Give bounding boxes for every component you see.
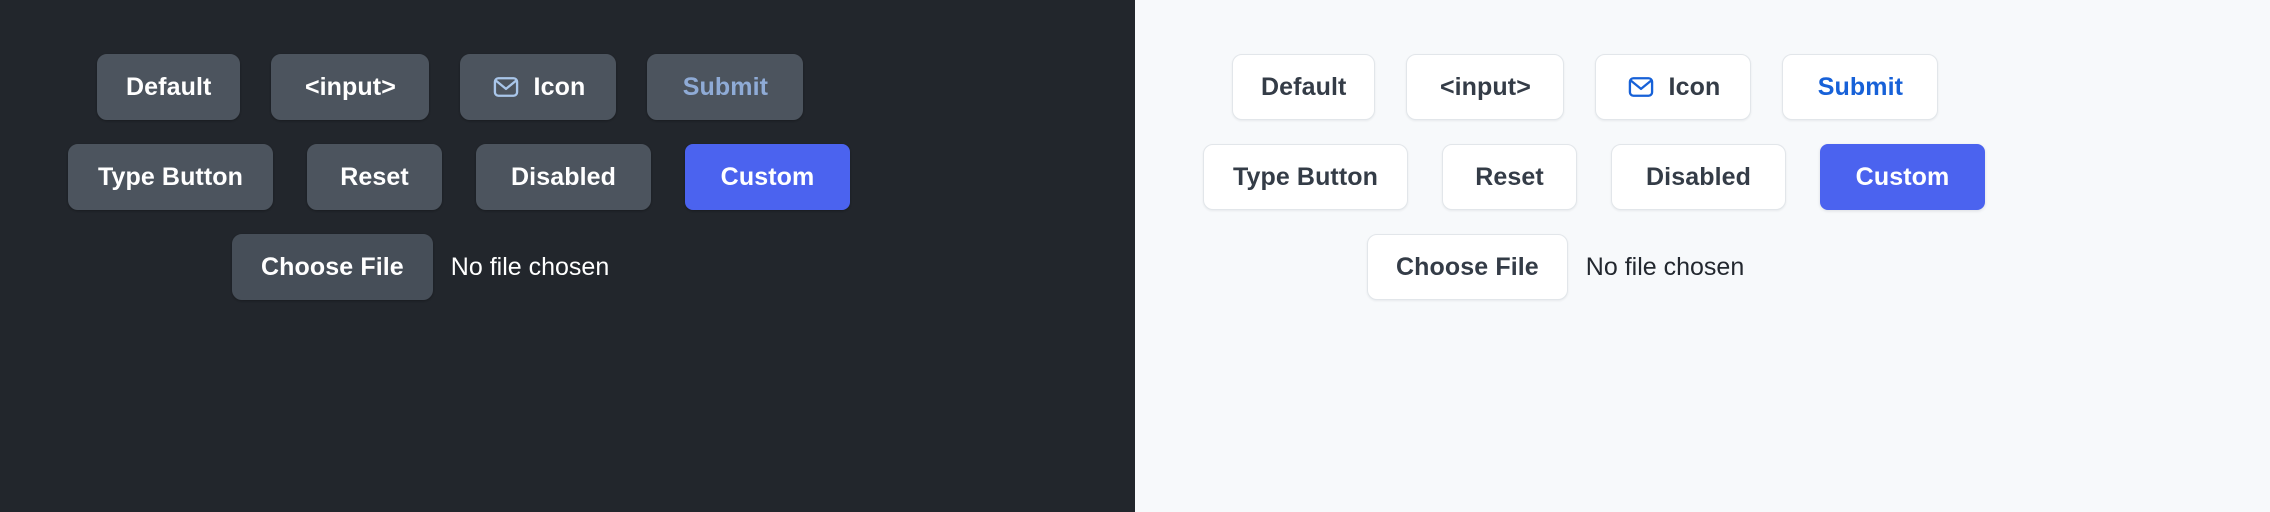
dark-theme-panel: Default <input> Icon Submit Type Button …	[0, 0, 1135, 512]
button-label: Default	[126, 72, 212, 101]
dark-row-primary: Default <input> Icon Submit	[0, 42, 1135, 132]
button-label: Choose File	[261, 252, 404, 281]
button-label: Choose File	[1396, 252, 1539, 281]
button-label: Custom	[1855, 162, 1950, 191]
light-button-groups: Default <input> Icon Submit Type Button …	[1135, 0, 2270, 512]
button-label: Submit	[1817, 72, 1904, 101]
light-row-primary: Default <input> Icon Submit	[1135, 42, 2270, 132]
button-label: Default	[1261, 72, 1347, 101]
light-file-input-row: Choose File No file chosen	[1135, 222, 2270, 312]
dark-type-button[interactable]: Type Button	[68, 144, 273, 210]
dark-choose-file-button[interactable]: Choose File	[232, 234, 433, 300]
dark-input-button[interactable]: <input>	[271, 54, 430, 120]
button-label: Custom	[720, 162, 815, 191]
button-label: Disabled	[511, 162, 616, 191]
mail-icon	[1627, 73, 1655, 101]
light-icon-button[interactable]: Icon	[1595, 54, 1752, 120]
dark-file-input-row: Choose File No file chosen	[0, 222, 1135, 312]
light-custom-button[interactable]: Custom	[1820, 144, 1985, 210]
light-type-button[interactable]: Type Button	[1203, 144, 1408, 210]
button-variants-comparison: Default <input> Icon Submit Type Button …	[0, 0, 2270, 512]
dark-icon-button[interactable]: Icon	[460, 54, 617, 120]
dark-file-status-text: No file chosen	[450, 252, 610, 281]
button-label: <input>	[304, 72, 396, 101]
light-theme-panel: Default <input> Icon Submit Type Button …	[1135, 0, 2270, 512]
button-label: Submit	[682, 72, 769, 101]
dark-submit-button[interactable]: Submit	[647, 54, 804, 120]
button-label: Disabled	[1646, 162, 1751, 191]
button-label: Type Button	[1232, 162, 1379, 191]
dark-disabled-button[interactable]: Disabled	[476, 144, 651, 210]
button-label: Icon	[533, 72, 586, 101]
button-label: Icon	[1668, 72, 1721, 101]
light-row-secondary: Type Button Reset Disabled Custom	[1135, 132, 2270, 222]
button-label: Reset	[1475, 162, 1544, 191]
light-default-button[interactable]: Default	[1232, 54, 1376, 120]
button-label: Type Button	[97, 162, 244, 191]
light-submit-button[interactable]: Submit	[1782, 54, 1939, 120]
dark-custom-button[interactable]: Custom	[685, 144, 850, 210]
button-label: Reset	[340, 162, 409, 191]
dark-reset-button[interactable]: Reset	[307, 144, 442, 210]
mail-icon	[492, 73, 520, 101]
light-input-button[interactable]: <input>	[1406, 54, 1565, 120]
light-choose-file-button[interactable]: Choose File	[1367, 234, 1568, 300]
dark-button-groups: Default <input> Icon Submit Type Button …	[0, 0, 1135, 512]
light-disabled-button[interactable]: Disabled	[1611, 144, 1786, 210]
button-label: <input>	[1439, 72, 1531, 101]
light-reset-button[interactable]: Reset	[1442, 144, 1577, 210]
light-file-status-text: No file chosen	[1585, 252, 1745, 281]
dark-row-secondary: Type Button Reset Disabled Custom	[0, 132, 1135, 222]
dark-default-button[interactable]: Default	[97, 54, 241, 120]
